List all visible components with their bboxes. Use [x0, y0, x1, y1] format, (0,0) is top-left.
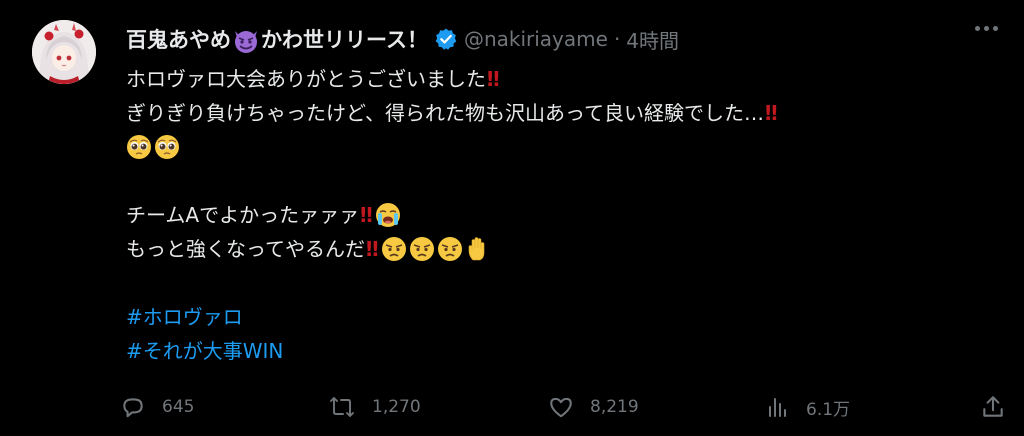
pleading-face-emoji-icon [126, 134, 152, 160]
double-exclamation-emoji: ‼ [366, 237, 378, 261]
text-line-2: ぎりぎり負けちゃったけど、得られた物も沢山あって良い経験でした… [126, 101, 764, 125]
pleading-face-emoji-icon [154, 134, 180, 160]
views-count: 6.1万 [806, 399, 851, 420]
like-count: 8,219 [590, 397, 639, 417]
double-exclamation-emoji: ‼ [360, 203, 372, 227]
tweet-line [126, 130, 1006, 164]
tweet-line: チームAでよかったァァァ ‼ [126, 198, 1006, 232]
views-button[interactable]: 6.1万 [766, 394, 850, 420]
tweet-line: #ホロヴァロ [126, 300, 1006, 334]
views-icon [766, 394, 790, 420]
action-bar: 645 1,270 8,219 6.1万 [120, 394, 1010, 430]
tweet-line: もっと強くなってやるんだ ‼ [126, 232, 1006, 266]
tweet-line: ホロヴァロ大会ありがとうございました ‼ [126, 62, 1006, 96]
like-button[interactable]: 8,219 [548, 394, 639, 420]
retweet-button[interactable]: 1,270 [328, 394, 421, 420]
angry-face-emoji-icon [409, 236, 435, 262]
reply-button[interactable]: 645 [120, 394, 194, 420]
tweet-line: ぎりぎり負けちゃったけど、得られた物も沢山あって良い経験でした… ‼ [126, 96, 1006, 130]
angry-face-emoji-icon [437, 236, 463, 262]
verified-badge-icon[interactable] [434, 27, 458, 51]
reply-count: 645 [162, 397, 195, 417]
separator-dot: · [613, 27, 621, 51]
hashtag-link[interactable]: #ホロヴァロ [126, 300, 243, 334]
angry-face-emoji-icon [381, 236, 407, 262]
share-button[interactable] [980, 394, 1006, 420]
double-exclamation-emoji: ‼ [765, 101, 777, 125]
hashtag-link[interactable]: #それが大事WIN [126, 334, 283, 368]
loudly-crying-face-emoji-icon [375, 202, 401, 228]
avatar[interactable] [32, 20, 96, 84]
tweet-header: 百鬼あやめ かわ世リリース！ @nakiriayame · 4時間 [126, 24, 679, 54]
retweet-count: 1,270 [372, 397, 421, 417]
display-name[interactable]: 百鬼あやめ かわ世リリース！ [126, 24, 428, 54]
tweet-line: #それが大事WIN [126, 334, 1006, 368]
handle[interactable]: @nakiriayame [464, 27, 608, 51]
retweet-icon [328, 394, 356, 420]
raised-hand-emoji-icon [465, 236, 491, 262]
timestamp[interactable]: 4時間 [626, 25, 679, 54]
tweet[interactable]: 百鬼あやめ かわ世リリース！ @nakiriayame · 4時間 ホロヴァロ大… [0, 0, 1024, 436]
tweet-text: ホロヴァロ大会ありがとうございました ‼ ぎりぎり負けちゃったけど、得られた物も… [126, 62, 1006, 368]
double-exclamation-emoji: ‼ [487, 67, 499, 91]
text-line-5: もっと強くなってやるんだ [126, 237, 365, 261]
reply-icon [120, 394, 146, 420]
share-icon [980, 394, 1006, 420]
text-line-1: ホロヴァロ大会ありがとうございました [126, 67, 486, 91]
smiling-devil-emoji-icon [232, 28, 260, 54]
more-options-icon[interactable] [975, 26, 998, 31]
like-icon [548, 394, 574, 420]
text-line-4: チームAでよかったァァァ [126, 203, 360, 227]
